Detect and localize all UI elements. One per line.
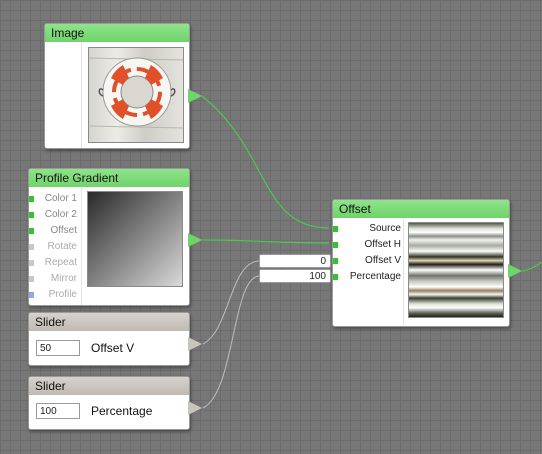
slider-v-output-port[interactable] — [188, 337, 202, 351]
input-rotate[interactable]: Rotate — [29, 239, 81, 255]
port-dot-icon[interactable] — [29, 212, 34, 218]
wire-gradient-to-offset-h — [201, 239, 330, 244]
port-dot-icon[interactable] — [333, 274, 338, 280]
port-dot-icon[interactable] — [333, 242, 338, 248]
image-node-header[interactable]: Image — [45, 24, 189, 42]
port-dot-icon[interactable] — [29, 292, 34, 298]
wire-image-to-source — [201, 95, 330, 229]
slider-value-field[interactable]: 50 — [36, 340, 80, 356]
percentage-value-stub[interactable]: 100 — [259, 269, 331, 283]
input-percentage[interactable]: Percentage — [333, 269, 401, 285]
profile-gradient-header[interactable]: Profile Gradient — [29, 169, 189, 187]
offset-node[interactable]: Offset Source Offset H Offset V Percenta… — [332, 199, 510, 327]
port-dot-icon[interactable] — [29, 260, 34, 266]
slider-p-output-port[interactable] — [188, 401, 202, 415]
input-offset[interactable]: Offset — [29, 223, 81, 239]
port-dot-icon[interactable] — [333, 258, 338, 264]
input-offset-h[interactable]: Offset H — [333, 237, 401, 253]
slider-label: Percentage — [91, 404, 153, 418]
wire-slider-v-to-stub — [202, 260, 260, 345]
input-source[interactable]: Source — [333, 221, 401, 237]
input-repeat[interactable]: Repeat — [29, 255, 81, 271]
image-node[interactable]: Image — [44, 23, 190, 149]
port-dot-icon[interactable] — [29, 228, 34, 234]
offset-node-header[interactable]: Offset — [333, 200, 509, 218]
node-graph-canvas[interactable]: Image Profile Gradient Color 1 Color 2 O… — [0, 0, 542, 454]
life-ring-image-preview — [88, 47, 184, 143]
gradient-preview — [87, 191, 183, 287]
input-profile[interactable]: Profile — [29, 287, 81, 303]
port-dot-icon[interactable] — [333, 226, 338, 232]
slider-header[interactable]: Slider — [29, 313, 189, 331]
slider-value-field[interactable]: 100 — [36, 403, 80, 419]
input-offset-v[interactable]: Offset V — [333, 253, 401, 269]
offset-output-port[interactable] — [508, 264, 522, 278]
slider-header[interactable]: Slider — [29, 377, 189, 395]
wire-slider-p-to-stub — [202, 275, 260, 409]
slider-offset-v-node[interactable]: Slider 50 Offset V — [28, 312, 190, 366]
slider-percentage-node[interactable]: Slider 100 Percentage — [28, 376, 190, 430]
port-dot-icon[interactable] — [29, 196, 34, 202]
input-color-1[interactable]: Color 1 — [29, 191, 81, 207]
input-color-2[interactable]: Color 2 — [29, 207, 81, 223]
image-output-port[interactable] — [188, 89, 202, 103]
input-mirror[interactable]: Mirror — [29, 271, 81, 287]
offset-v-value-stub[interactable]: 0 — [259, 254, 331, 268]
port-dot-icon[interactable] — [29, 276, 34, 282]
profile-gradient-node[interactable]: Profile Gradient Color 1 Color 2 Offset … — [28, 168, 190, 306]
gradient-output-port[interactable] — [188, 233, 202, 247]
port-dot-icon[interactable] — [29, 244, 34, 250]
offset-result-preview — [408, 222, 504, 318]
slider-label: Offset V — [91, 341, 135, 355]
